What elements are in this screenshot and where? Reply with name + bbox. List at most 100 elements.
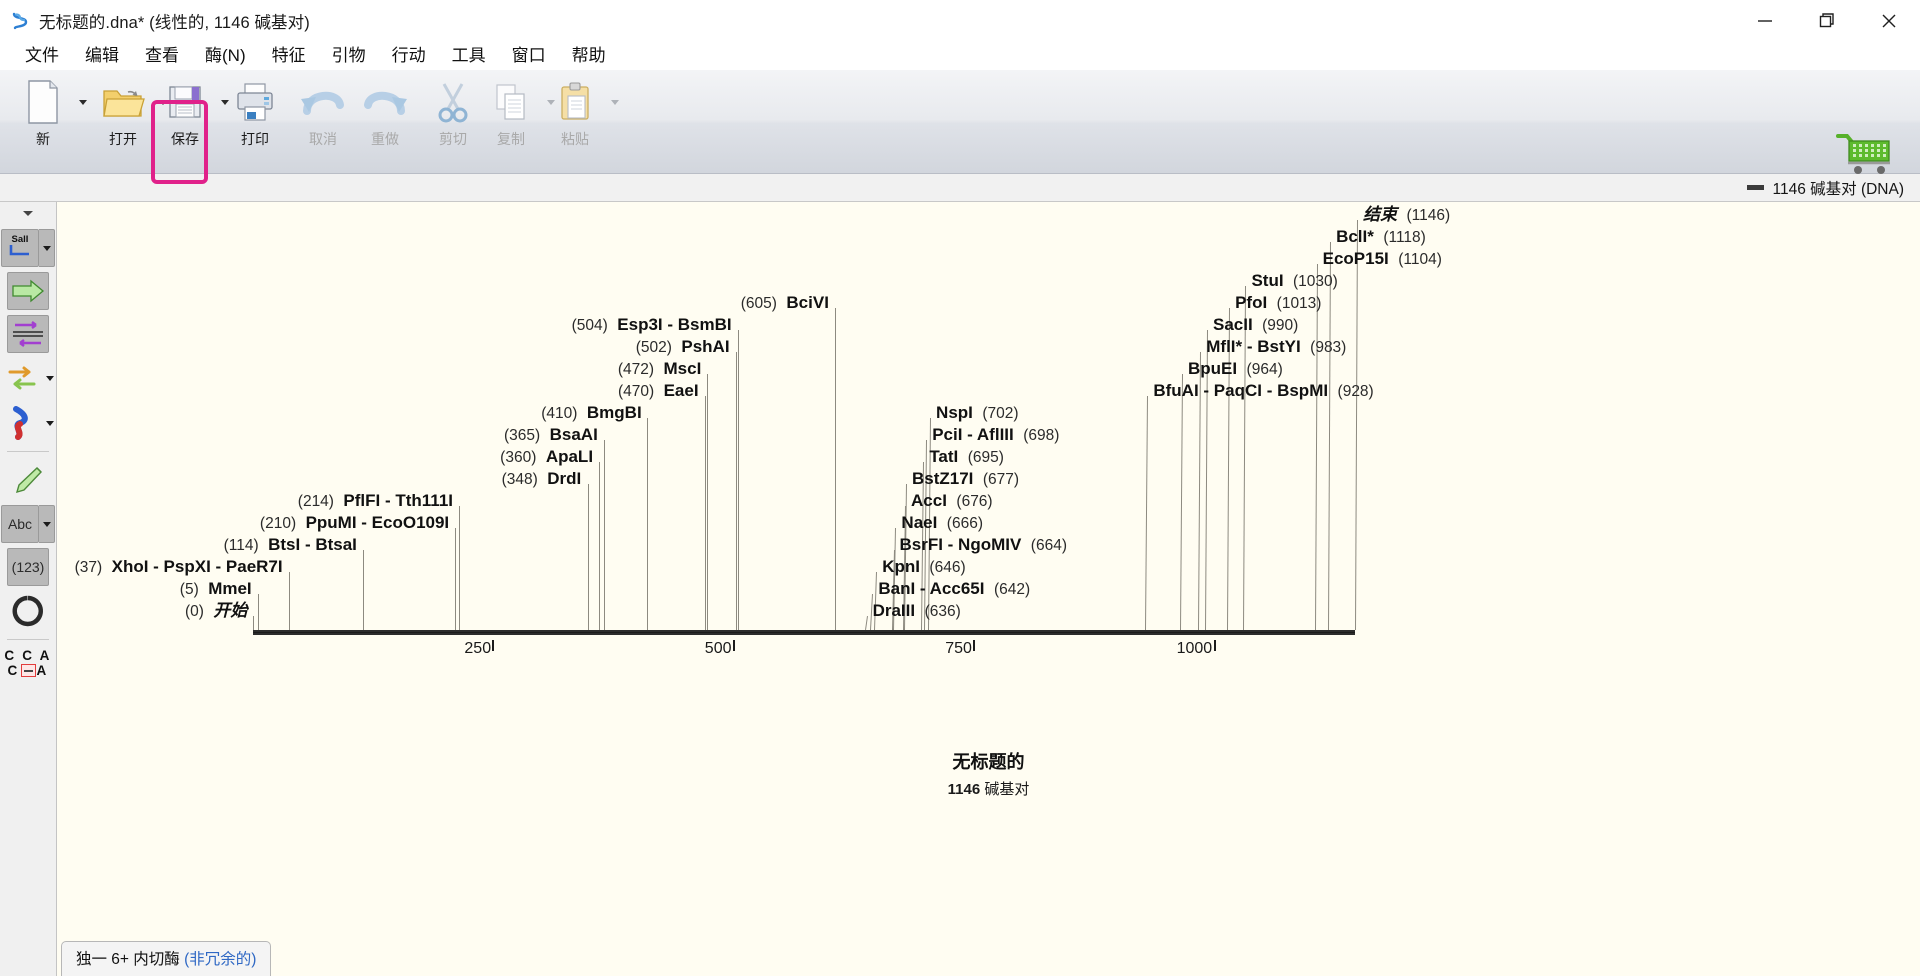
redo-button[interactable]: 重做 xyxy=(352,70,418,149)
print-label: 打印 xyxy=(241,131,269,147)
save-label: 保存 xyxy=(171,131,199,147)
enzyme-site-label[interactable]: StuI (1030) xyxy=(1251,272,1337,290)
enzyme-site-label[interactable]: AccI (676) xyxy=(911,492,993,510)
menu-actions[interactable]: 行动 xyxy=(379,43,439,69)
rail-item-orf[interactable] xyxy=(0,358,56,398)
circular-topology-icon[interactable] xyxy=(6,591,50,631)
enzyme-site-label[interactable]: BsrFI - NgoMIV (664) xyxy=(900,536,1067,554)
rail-item-numbers[interactable]: (123) xyxy=(0,548,56,586)
enzyme-site-label[interactable]: (502) PshAI xyxy=(636,338,730,356)
menu-enzymes[interactable]: 酶(N) xyxy=(192,43,259,69)
enzyme-site-label[interactable]: (360) ApaLI xyxy=(500,448,593,466)
new-dropdown-arrow[interactable] xyxy=(76,78,90,126)
paste-button[interactable]: 粘贴 xyxy=(542,70,608,149)
enzyme-site-label[interactable]: BanI - Acc65I (642) xyxy=(878,580,1030,598)
scissors-icon xyxy=(432,78,474,126)
enzyme-site-label[interactable]: (5) MmeI xyxy=(180,580,252,598)
enzyme-site-label[interactable]: MflI* - BstYI (983) xyxy=(1206,338,1346,356)
enzyme-site-label[interactable]: BfuAI - PaqCI - BspMI (928) xyxy=(1153,382,1373,400)
rail-collapse-arrow[interactable] xyxy=(0,202,56,224)
enzyme-site-label[interactable]: (214) PflFI - Tth111I xyxy=(298,492,453,510)
rail-item-labels[interactable]: Abc xyxy=(0,505,56,543)
enzyme-site-label[interactable]: SacII (990) xyxy=(1213,316,1298,334)
rail-item-circular[interactable] xyxy=(0,591,56,631)
cca-codon-icon[interactable]: C C A CA xyxy=(4,648,51,678)
enzyme-site-label[interactable]: (348) DrdI xyxy=(502,470,582,488)
rail-item-features[interactable] xyxy=(0,272,56,310)
enzyme-site-label[interactable]: BstZ17I (677) xyxy=(912,470,1019,488)
enzyme-site-label[interactable]: PfoI (1013) xyxy=(1235,294,1321,312)
enzyme-site-label[interactable]: (0) 开始 xyxy=(185,602,247,620)
rail-labels-dropdown-arrow[interactable] xyxy=(39,505,55,543)
new-button[interactable]: 新 xyxy=(10,70,76,149)
enzyme-site-label[interactable]: (605) BciVI xyxy=(741,294,829,312)
enzyme-site-label[interactable]: PciI - AflIII (698) xyxy=(932,426,1059,444)
tab-unique-6plus-enzymes[interactable]: 独一 6+ 内切酶 (非冗余的) xyxy=(61,941,272,976)
blue-red-crescent-icon[interactable] xyxy=(0,403,43,443)
enzyme-site-label[interactable]: BpuEI (964) xyxy=(1188,360,1283,378)
abc-text-icon[interactable]: Abc xyxy=(1,505,39,543)
enzyme-site-label[interactable]: DraIII (636) xyxy=(873,602,961,620)
green-arrow-icon[interactable] xyxy=(7,272,49,310)
enzyme-site-label[interactable]: (410) BmgBI xyxy=(541,404,641,422)
bottom-tab-bar: 独一 6+ 内切酶 (非冗余的) xyxy=(57,941,272,976)
highlighter-pen-icon[interactable] xyxy=(6,460,50,500)
menu-features[interactable]: 特征 xyxy=(259,43,319,69)
paste-dropdown-arrow[interactable] xyxy=(608,78,622,126)
site-leader-line xyxy=(603,440,605,630)
save-disk-icon xyxy=(165,78,205,126)
menu-view[interactable]: 查看 xyxy=(132,43,192,69)
menu-file[interactable]: 文件 xyxy=(12,43,72,69)
menu-tools[interactable]: 工具 xyxy=(439,43,499,69)
rail-item-enzyme-sites[interactable]: SalI xyxy=(0,229,56,267)
new-document-icon xyxy=(24,78,62,126)
enzyme-site-label[interactable]: (210) PpuMI - EcoO109I xyxy=(260,514,449,532)
enzyme-site-label[interactable]: EcoP15I (1104) xyxy=(1323,250,1442,268)
enzyme-site-label[interactable]: (37) XhoI - PspXI - PaeR7I xyxy=(75,558,283,576)
tab-label-main: 独一 6+ 内切酶 xyxy=(76,951,185,968)
rail-item-gc-curve[interactable] xyxy=(0,403,56,443)
menu-edit[interactable]: 编辑 xyxy=(72,43,132,69)
undo-button[interactable]: 取消 xyxy=(290,70,356,149)
sequence-map-canvas[interactable]: 250 500 750 1000 (0) 开始 (5) MmeI (37) XhoI - … xyxy=(57,202,1920,976)
save-button[interactable]: 保存 xyxy=(152,70,218,149)
maximize-button[interactable] xyxy=(1796,0,1858,42)
tab-label-qualifier: (非冗余的) xyxy=(184,951,257,968)
print-button[interactable]: 打印 xyxy=(222,70,288,149)
site-leader-line xyxy=(587,484,589,630)
copy-button[interactable]: 复制 xyxy=(478,70,544,149)
enzyme-site-label[interactable]: (365) BsaAI xyxy=(504,426,598,444)
menu-window[interactable]: 窗口 xyxy=(499,43,559,69)
menu-help[interactable]: 帮助 xyxy=(559,43,619,69)
rail-gc-dropdown-arrow[interactable] xyxy=(43,420,56,426)
two-way-arrows-icon[interactable] xyxy=(0,358,43,398)
numbers-icon[interactable]: (123) xyxy=(7,548,49,586)
rail-item-translation[interactable]: C C A CA xyxy=(0,648,56,678)
cut-button[interactable]: 剪切 xyxy=(420,70,486,149)
enzyme-site-label[interactable]: (472) MscI xyxy=(618,360,701,378)
enzyme-site-label[interactable]: NaeI (666) xyxy=(901,514,983,532)
rail-divider-1 xyxy=(7,451,49,452)
printer-icon xyxy=(233,78,277,126)
rail-enzyme-dropdown-arrow[interactable] xyxy=(39,229,55,267)
enzyme-site-label[interactable]: (114) BtsI - BtsaI xyxy=(224,536,357,554)
enzyme-site-label[interactable]: KpnI (646) xyxy=(882,558,965,576)
rail-item-primers[interactable] xyxy=(0,315,56,353)
open-button[interactable]: 打开 xyxy=(90,70,156,149)
enzyme-site-label[interactable]: 结束 (1146) xyxy=(1363,206,1450,224)
rail-item-highlight[interactable] xyxy=(0,460,56,500)
minimize-button[interactable] xyxy=(1734,0,1796,42)
sequence-info-strip: 1146 碱基对 (DNA) xyxy=(0,174,1920,202)
rail-orf-dropdown-arrow[interactable] xyxy=(43,375,56,381)
primer-arrows-icon[interactable] xyxy=(7,315,49,353)
close-button[interactable] xyxy=(1858,0,1920,42)
enzyme-site-label[interactable]: BclI* (1118) xyxy=(1336,228,1426,246)
axis-tick-mark xyxy=(973,640,976,651)
enzyme-site-label[interactable]: TatI (695) xyxy=(929,448,1004,466)
map-subtitle-unit: 碱基对 xyxy=(984,781,1030,798)
enzyme-site-label[interactable]: NspI (702) xyxy=(936,404,1018,422)
enzyme-site-label[interactable]: (504) Esp3I - BsmBI xyxy=(572,316,732,334)
sall-cut-icon[interactable]: SalI xyxy=(1,229,39,267)
enzyme-site-label[interactable]: (470) EaeI xyxy=(618,382,699,400)
menu-primers[interactable]: 引物 xyxy=(319,43,379,69)
